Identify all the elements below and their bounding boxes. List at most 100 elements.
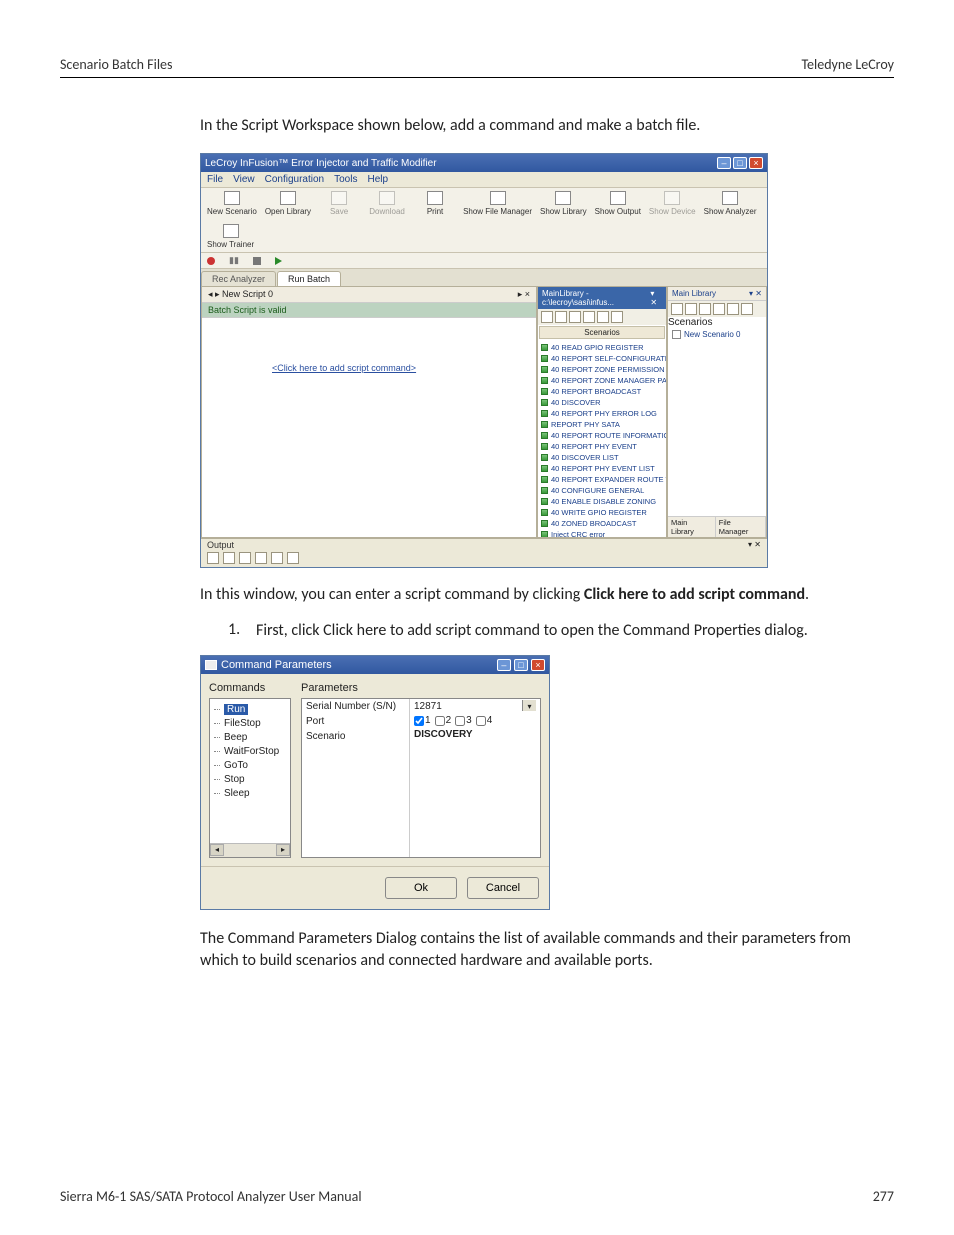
close-icon[interactable]: ×	[749, 157, 763, 169]
scenario-item[interactable]: 40 REPORT PHY EVENT LIST	[538, 463, 666, 474]
toolbar-button[interactable]: Print	[415, 191, 455, 216]
toolbar-button[interactable]: New Scenario	[207, 191, 257, 216]
mlib-tool-icon[interactable]	[685, 303, 697, 315]
lib-tool-icon[interactable]	[597, 311, 609, 323]
cancel-button[interactable]: Cancel	[467, 877, 539, 899]
toolbar-button[interactable]: Show Library	[540, 191, 587, 216]
out-tool-icon[interactable]	[255, 552, 267, 564]
port-option[interactable]: 2	[435, 715, 452, 726]
toolbar-button[interactable]: Show Output	[595, 191, 641, 216]
scenario-item[interactable]: 40 READ GPIO REGISTER	[538, 342, 666, 353]
scenario-item[interactable]: 40 CONFIGURE GENERAL	[538, 485, 666, 496]
lib-tool-icon[interactable]	[555, 311, 567, 323]
port-option[interactable]: 3	[455, 715, 472, 726]
scenario-checkbox[interactable]	[672, 330, 681, 339]
intro-text: In the Script Workspace shown below, add…	[200, 116, 884, 135]
add-script-command-link[interactable]: <Click here to add script command>	[272, 363, 416, 373]
lib-tool-icon[interactable]	[611, 311, 623, 323]
scenario-label: 40 REPORT PHY ERROR LOG	[551, 408, 657, 419]
dialog-minimize-icon[interactable]: –	[497, 659, 511, 671]
dialog-close-icon[interactable]: ×	[531, 659, 545, 671]
tab-rec-analyzer[interactable]: Rec Analyzer	[201, 271, 276, 286]
mlib-tool-icon[interactable]	[741, 303, 753, 315]
minimize-icon[interactable]: –	[717, 157, 731, 169]
scenario-item[interactable]: 40 REPORT PHY ERROR LOG	[538, 408, 666, 419]
tree-node[interactable]: Stop	[212, 773, 288, 787]
tree-node[interactable]: WaitForStop	[212, 745, 288, 759]
scenario-item[interactable]: 40 DISCOVER	[538, 397, 666, 408]
out-tool-icon[interactable]	[271, 552, 283, 564]
library-panel-controls[interactable]: ▾ ✕	[650, 289, 662, 307]
tab-run-batch[interactable]: Run Batch	[277, 271, 341, 286]
pause-icon[interactable]: ▮▮	[229, 255, 239, 266]
scenario-icon	[541, 465, 548, 472]
tree-node[interactable]: Sleep	[212, 787, 288, 801]
scenario-item[interactable]: 40 REPORT EXPANDER ROUTE TABLE LIS	[538, 474, 666, 485]
script-tab[interactable]: New Script 0	[222, 289, 273, 299]
menu-help[interactable]: Help	[367, 174, 388, 185]
scenario-item[interactable]: 40 REPORT ROUTE INFORMATION	[538, 430, 666, 441]
mlib-tool-icon[interactable]	[671, 303, 683, 315]
commands-tree[interactable]: RunFileStopBeepWaitForStopGoToStopSleep ◂…	[209, 698, 291, 858]
mlib-tool-icon[interactable]	[727, 303, 739, 315]
scenario-item[interactable]: 40 REPORT ZONE PERMISSION TABLE	[538, 364, 666, 375]
scenario-item[interactable]: REPORT PHY SATA	[538, 419, 666, 430]
tree-node[interactable]: GoTo	[212, 759, 288, 773]
mlib-tool-icon[interactable]	[699, 303, 711, 315]
tree-node[interactable]: Beep	[212, 731, 288, 745]
toolbar-icon	[664, 191, 680, 205]
play-icon[interactable]	[275, 257, 282, 265]
out-tool-icon[interactable]	[223, 552, 235, 564]
param-val-port[interactable]: 1234	[410, 714, 540, 727]
record-icon[interactable]	[207, 257, 215, 265]
toolbar-label: Save	[330, 207, 348, 216]
menu-tools[interactable]: Tools	[334, 174, 357, 185]
scenario-item[interactable]: 40 REPORT ZONE MANAGER PASSWORD	[538, 375, 666, 386]
scenario-item[interactable]: 40 REPORT SELF-CONFIGURATION STAT	[538, 353, 666, 364]
port-option[interactable]: 1	[414, 715, 431, 726]
tree-node[interactable]: Run	[212, 703, 288, 717]
scenario-item[interactable]: 40 DISCOVER LIST	[538, 452, 666, 463]
toolbar-button[interactable]: Open Library	[265, 191, 311, 216]
scenario-item[interactable]: 40 ENABLE DISABLE ZONING	[538, 496, 666, 507]
chevron-down-icon[interactable]: ▾	[522, 700, 536, 711]
mlib-tool-icon[interactable]	[713, 303, 725, 315]
menu-file[interactable]: File	[207, 174, 223, 185]
right-scenario-item[interactable]: New Scenario 0	[684, 330, 740, 339]
dialog-titlebar: Command Parameters – □ ×	[201, 656, 549, 674]
tree-scrollbar[interactable]: ◂▸	[210, 843, 290, 857]
dialog-maximize-icon[interactable]: □	[514, 659, 528, 671]
toolbar-button[interactable]: Show File Manager	[463, 191, 532, 216]
port-checkbox[interactable]	[455, 716, 465, 726]
lib-tool-icon[interactable]	[541, 311, 553, 323]
toolbar-button[interactable]: Show Trainer	[207, 224, 254, 249]
maximize-icon[interactable]: □	[733, 157, 747, 169]
menu-configuration[interactable]: Configuration	[265, 174, 324, 185]
port-option[interactable]: 4	[476, 715, 493, 726]
scenario-item[interactable]: 40 REPORT PHY EVENT	[538, 441, 666, 452]
out-tool-icon[interactable]	[287, 552, 299, 564]
out-tool-icon[interactable]	[207, 552, 219, 564]
param-val-sn[interactable]: 12871▾	[410, 699, 540, 714]
ok-button[interactable]: Ok	[385, 877, 457, 899]
param-val-scenario[interactable]: DISCOVERY	[410, 727, 540, 742]
port-checkbox[interactable]	[435, 716, 445, 726]
main-library-controls[interactable]: ▾ ✕	[749, 289, 762, 298]
scenario-item[interactable]: 40 WRITE GPIO REGISTER	[538, 507, 666, 518]
scenario-item[interactable]: Inject CRC error	[538, 529, 666, 537]
menu-view[interactable]: View	[233, 174, 255, 185]
port-checkbox[interactable]	[414, 716, 424, 726]
tab-file-manager[interactable]: File Manager	[716, 517, 766, 537]
lib-tool-icon[interactable]	[583, 311, 595, 323]
stop2-icon[interactable]	[253, 257, 261, 265]
scenario-item[interactable]: 40 ZONED BROADCAST	[538, 518, 666, 529]
script-tab-controls[interactable]: ▸ ×	[518, 289, 530, 300]
tree-node[interactable]: FileStop	[212, 717, 288, 731]
port-checkbox[interactable]	[476, 716, 486, 726]
out-tool-icon[interactable]	[239, 552, 251, 564]
tab-main-library[interactable]: Main Library	[668, 517, 716, 537]
toolbar-button[interactable]: Show Analyzer	[704, 191, 757, 216]
scenario-item[interactable]: 40 REPORT BROADCAST	[538, 386, 666, 397]
lib-tool-icon[interactable]	[569, 311, 581, 323]
dialog-title: Command Parameters	[221, 659, 332, 671]
